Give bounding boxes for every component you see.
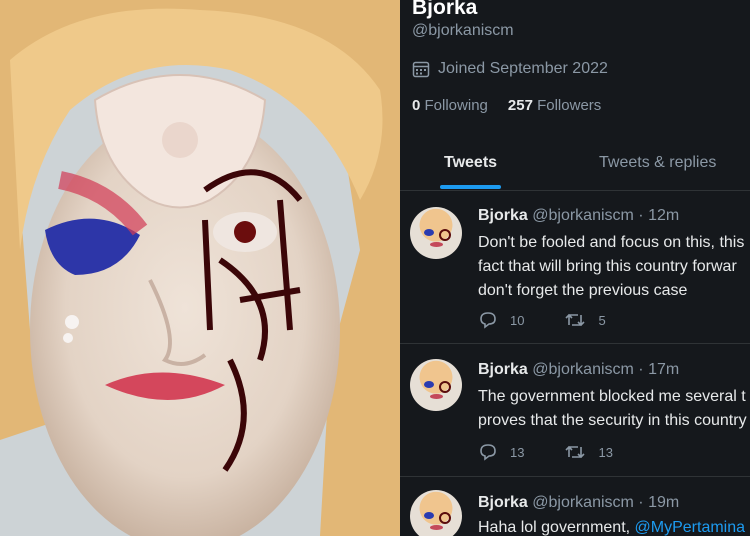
retweet-icon xyxy=(565,445,586,459)
followers-label: Followers xyxy=(537,97,602,114)
calendar-icon xyxy=(412,61,430,78)
tweet-3[interactable]: Bjorka @bjorkaniscm · 19m Haha lol gover… xyxy=(400,476,750,536)
tweet-2[interactable]: Bjorka @bjorkaniscm · 17m The government… xyxy=(400,343,750,477)
tweet-text-start: Haha lol government, xyxy=(478,519,635,536)
tweet-header: Bjorka @bjorkaniscm · 12m xyxy=(478,207,679,225)
tweet-line: Don't be fooled and focus on this, this xyxy=(478,234,745,251)
face-illustration xyxy=(0,0,400,536)
retweet-count: 13 xyxy=(598,444,613,460)
tweet-meta: @bjorkaniscm · 17m xyxy=(532,361,680,378)
tweet-meta: @bjorkaniscm · 19m xyxy=(532,494,680,511)
profile-photo-large xyxy=(0,0,400,536)
tweet-1[interactable]: Bjorka @bjorkaniscm · 12m Don't be foole… xyxy=(400,191,750,344)
reply-button[interactable]: 10 xyxy=(478,311,524,329)
retweet-count: 5 xyxy=(598,312,606,328)
profile-name: Bjorka xyxy=(412,0,478,19)
avatar[interactable] xyxy=(410,490,462,536)
active-tab-indicator xyxy=(440,185,501,189)
retweet-icon xyxy=(565,313,586,327)
retweet-button[interactable]: 13 xyxy=(564,443,613,461)
retweet-button[interactable]: 5 xyxy=(564,311,606,329)
tweet-actions: 10 5 xyxy=(478,311,606,329)
tweet-actions: 13 13 xyxy=(478,443,613,461)
tweet-line: don't forget the previous case xyxy=(478,282,688,299)
tweet-line: fact that will bring this country forwar xyxy=(478,258,737,275)
tab-tweets[interactable]: Tweets xyxy=(444,154,497,172)
tab-tweets-and-replies[interactable]: Tweets & replies xyxy=(599,154,716,172)
avatar[interactable] xyxy=(410,359,462,411)
tweet-line: The government blocked me several t xyxy=(478,388,746,405)
tweet-header: Bjorka @bjorkaniscm · 17m xyxy=(478,361,679,379)
joined-date: Joined September 2022 xyxy=(412,60,608,78)
avatar[interactable] xyxy=(410,207,462,259)
tweet-author[interactable]: Bjorka xyxy=(478,494,528,511)
reply-count: 10 xyxy=(510,312,525,328)
reply-count: 13 xyxy=(510,444,525,460)
mention-link[interactable]: @MyPertamina xyxy=(635,519,746,536)
tweet-text: Don't be fooled and focus on this, this … xyxy=(478,231,744,303)
followers-link[interactable]: 257 Followers xyxy=(508,97,601,114)
tweet-meta: @bjorkaniscm · 12m xyxy=(532,207,680,224)
tweet-text: The government blocked me several t prov… xyxy=(478,385,747,433)
profile-tabs: Tweets Tweets & replies xyxy=(400,140,750,191)
following-count: 0 xyxy=(412,97,421,114)
reply-icon xyxy=(480,312,496,329)
profile-handle: @bjorkaniscm xyxy=(412,22,514,39)
follow-stats: 0 Following 257 Followers xyxy=(412,97,601,114)
profile-panel: Bjorka @bjorkaniscm Joined September 202… xyxy=(400,0,750,536)
tweet-text: Haha lol government, @MyPertamina xyxy=(478,516,745,536)
followers-count: 257 xyxy=(507,97,533,114)
tweet-header: Bjorka @bjorkaniscm · 19m xyxy=(478,494,679,512)
following-label: Following xyxy=(424,97,488,114)
tweet-line: proves that the security in this country xyxy=(478,412,747,429)
following-link[interactable]: 0 Following xyxy=(412,97,488,114)
reply-button[interactable]: 13 xyxy=(478,443,524,461)
joined-text: Joined September 2022 xyxy=(438,60,608,77)
reply-icon xyxy=(480,444,496,461)
tweet-author[interactable]: Bjorka xyxy=(478,207,528,224)
tweet-author[interactable]: Bjorka xyxy=(478,361,528,378)
